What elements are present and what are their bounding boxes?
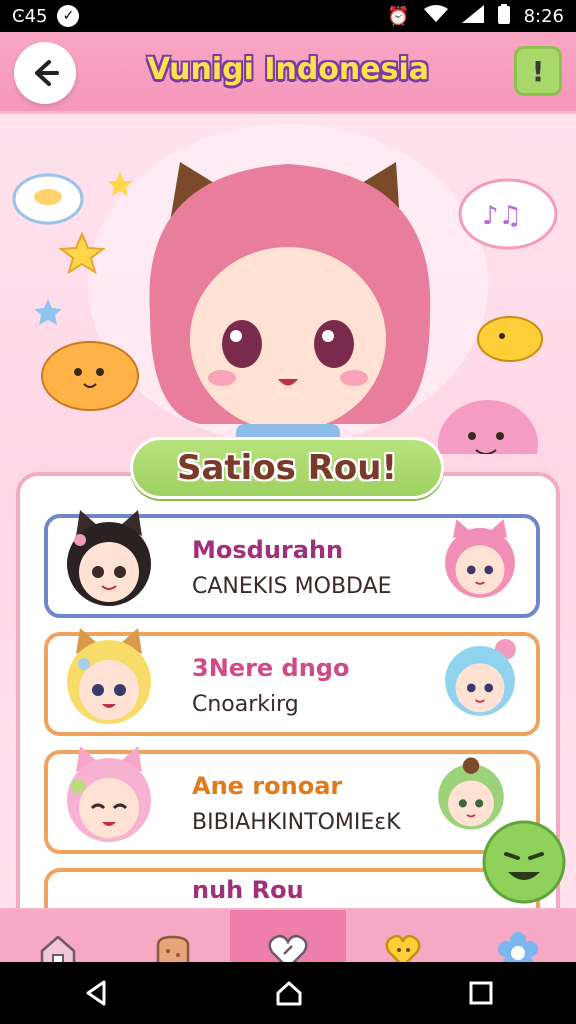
avatar-pink-hair — [67, 746, 151, 842]
system-nav-bar — [0, 962, 576, 1024]
nav-flower[interactable] — [461, 910, 576, 962]
home-circle-icon[interactable] — [274, 978, 304, 1008]
wifi-icon — [423, 4, 448, 28]
main-character-illustration — [149, 162, 431, 454]
card-subtitle: CANEKIS MOBDAE — [192, 574, 392, 599]
status-time-left: Ͼ45 — [12, 5, 48, 27]
nav-heart[interactable] — [230, 910, 346, 962]
avatar-blonde-hair — [67, 628, 151, 724]
svg-text:♪♫: ♪♫ — [482, 201, 522, 231]
card-title: 3Nere dngo — [192, 654, 350, 682]
card-title: Mosdurahn — [192, 536, 344, 564]
notification-icon: ✓ — [57, 5, 80, 27]
cloud-sticker-icon — [12, 173, 84, 225]
status-bar: Ͼ45 ✓ ⏰ 8:26 — [0, 0, 576, 32]
nav-home[interactable] — [0, 910, 115, 962]
home-icon — [40, 935, 75, 962]
music-cloud-icon: ♪♫ — [458, 178, 558, 250]
app-screen: Vunigi Indonesia ! ♪♫ Satios Rou! Mosdur… — [0, 32, 576, 962]
alarm-icon: ⏰ — [387, 5, 410, 27]
greeting-text: Satios Rou! — [176, 448, 398, 488]
avatar-black-hair — [67, 510, 151, 606]
pink-pet-icon — [438, 400, 538, 488]
header: Vunigi Indonesia ! — [0, 32, 576, 114]
bird-sticker-icon — [477, 316, 543, 362]
nav-bread[interactable] — [115, 910, 230, 962]
app-title: Vunigi Indonesia — [146, 52, 430, 87]
exclamation-icon: ! — [531, 54, 545, 88]
card-title: Ane ronoar — [192, 772, 343, 800]
list-item-card[interactable]: 3Nere dngo Cnoarkirg — [44, 628, 540, 736]
avatar-pink-hair-small — [445, 519, 515, 598]
battery-icon — [497, 3, 510, 29]
info-button[interactable]: ! — [514, 46, 562, 96]
list-item-card[interactable]: Ane ronoar BIBIAHKINTOMIEɛK — [44, 746, 540, 854]
nav-chat[interactable] — [346, 910, 461, 962]
heart-icon — [268, 934, 308, 962]
signal-icon — [461, 4, 484, 28]
bread-icon — [156, 935, 190, 962]
greeting-banner: Satios Rou! — [130, 437, 444, 499]
card-subtitle: Cnoarkirg — [192, 692, 299, 717]
hero-illustration: ♪♫ — [0, 114, 576, 488]
bottom-nav — [0, 908, 576, 962]
back-triangle-icon[interactable] — [82, 979, 110, 1007]
flower-icon — [498, 932, 539, 962]
avatar-blue-hair — [445, 638, 516, 716]
card-subtitle: BIBIAHKINTOMIEɛK — [192, 810, 401, 835]
list-item-card[interactable]: Mosdurahn CANEKIS MOBDAE — [44, 510, 540, 618]
status-time-right: 8:26 — [523, 5, 564, 27]
hero-art: ♪♫ — [12, 124, 558, 488]
chat-icon — [385, 934, 421, 962]
card-title: nuh Rou — [192, 876, 304, 904]
green-emoji-sticker-icon[interactable] — [480, 818, 568, 906]
orange-pet-icon — [41, 341, 139, 411]
recents-square-icon[interactable] — [468, 980, 494, 1006]
character-list-panel: Mosdurahn CANEKIS MOBDAE 3Nere dngo Cnoa… — [16, 472, 560, 962]
